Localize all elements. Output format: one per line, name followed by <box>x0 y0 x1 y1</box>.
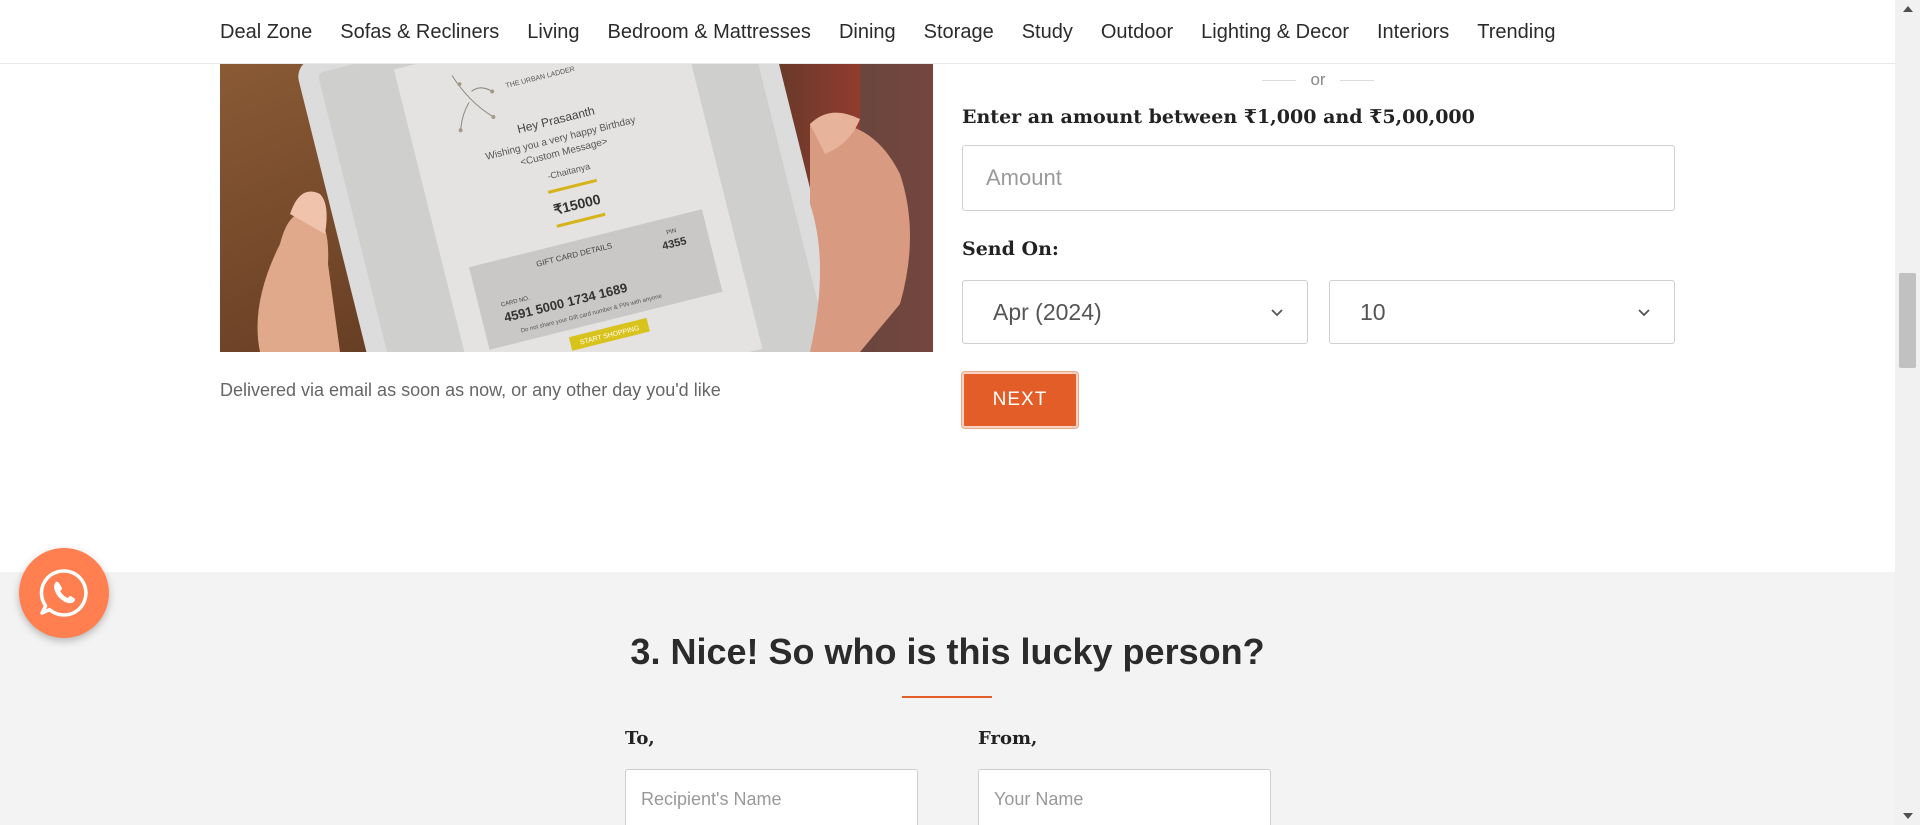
whatsapp-chat-button[interactable] <box>19 548 109 638</box>
recipient-section: 3. Nice! So who is this lucky person? To… <box>0 572 1895 825</box>
nav-item-outdoor[interactable]: Outdoor <box>1101 21 1173 44</box>
nav-list: Deal Zone Sofas & Recliners Living Bedroom … <box>220 0 1583 64</box>
recipient-section-title: 3. Nice! So who is this lucky person? <box>630 631 1265 672</box>
nav-item-living[interactable]: Living <box>527 21 579 44</box>
next-button[interactable]: NEXT <box>962 372 1078 428</box>
gift-amount-section: THE URBAN LADDER Hey Prasaanth Wishing y… <box>0 64 1895 572</box>
sender-name-input[interactable] <box>978 769 1271 825</box>
to-label: To, <box>625 728 655 749</box>
send-month-value: Apr (2024) <box>993 298 1102 325</box>
send-on-label: Send On: <box>962 238 1059 260</box>
scroll-thumb[interactable] <box>1899 273 1916 368</box>
nav-item-trending[interactable]: Trending <box>1477 21 1555 44</box>
scroll-down-arrow-icon[interactable] <box>1903 813 1913 819</box>
amount-label: Enter an amount between ₹1,000 and ₹5,00… <box>962 106 1475 128</box>
nav-item-storage[interactable]: Storage <box>924 21 994 44</box>
from-label: From, <box>978 728 1038 749</box>
chevron-down-icon <box>1271 309 1283 317</box>
send-day-select[interactable]: 10 <box>1329 280 1675 344</box>
nav-item-dining[interactable]: Dining <box>839 21 896 44</box>
nav-item-bedroom-mattresses[interactable]: Bedroom & Mattresses <box>608 21 811 44</box>
amount-input[interactable] <box>962 145 1675 211</box>
send-month-select[interactable]: Apr (2024) <box>962 280 1308 344</box>
chevron-down-icon <box>1638 309 1650 317</box>
or-divider: or <box>1262 70 1374 90</box>
nav-item-lighting-decor[interactable]: Lighting & Decor <box>1201 21 1349 44</box>
top-nav: Deal Zone Sofas & Recliners Living Bedroom … <box>0 0 1895 64</box>
nav-item-deal-zone[interactable]: Deal Zone <box>220 21 312 44</box>
whatsapp-icon <box>39 569 88 617</box>
page-scrollbar[interactable] <box>1895 0 1920 825</box>
or-rule-right <box>1340 80 1374 81</box>
send-day-value: 10 <box>1360 298 1386 325</box>
delivery-note: Delivered via email as soon as now, or a… <box>220 380 721 400</box>
nav-item-sofas-recliners[interactable]: Sofas & Recliners <box>340 21 499 44</box>
nav-item-interiors[interactable]: Interiors <box>1377 21 1449 44</box>
gift-card-preview-image: THE URBAN LADDER Hey Prasaanth Wishing y… <box>220 64 933 352</box>
title-underline <box>902 696 992 698</box>
recipient-name-input[interactable] <box>625 769 918 825</box>
nav-item-study[interactable]: Study <box>1022 21 1073 44</box>
scroll-up-arrow-icon[interactable] <box>1903 6 1913 12</box>
